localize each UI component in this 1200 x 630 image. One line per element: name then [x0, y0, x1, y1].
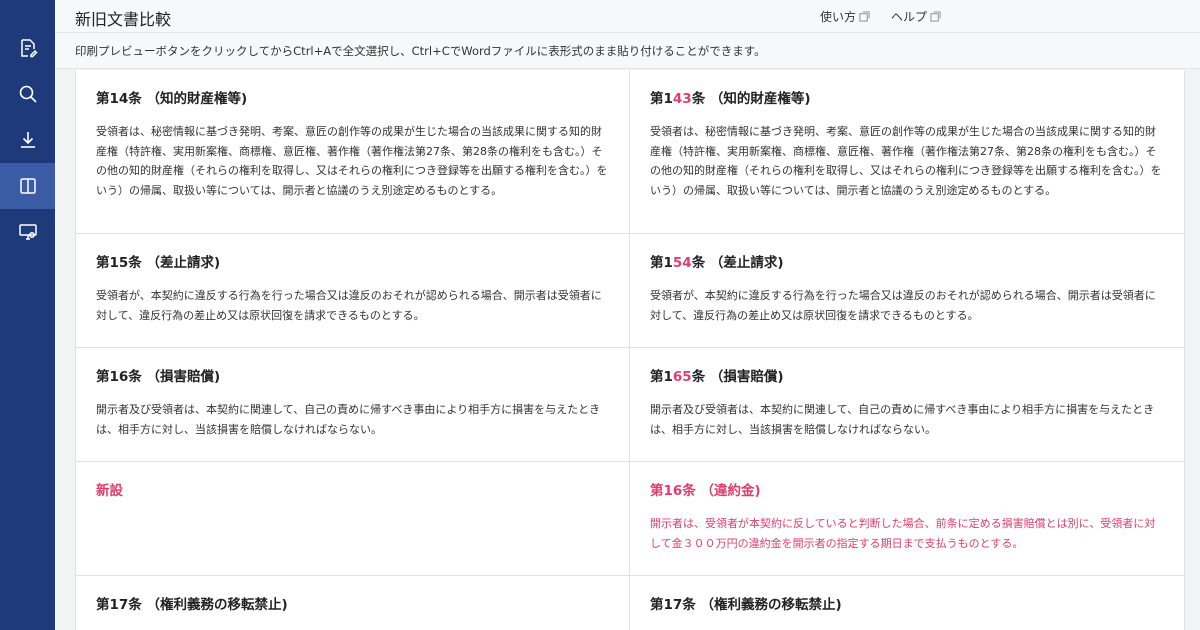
- article-body: 受領者は、秘密情報に基づき発明、考案、意匠の創作等の成果が生じた場合の当該成果に…: [96, 125, 608, 197]
- old-article-cell: 第15条 （差止請求) 受領者が、本契約に違反する行為を行った場合又は違反のおそ…: [76, 234, 630, 347]
- presentation-settings-icon: [18, 224, 37, 240]
- article-title: 第154条 （差止請求): [650, 255, 784, 271]
- article-title: 第16条 （損害賠償): [96, 369, 221, 385]
- table-row: 第15条 （差止請求) 受領者が、本契約に違反する行為を行った場合又は違反のおそ…: [76, 234, 1184, 348]
- table-row: 第14条 （知的財産権等) 受領者は、秘密情報に基づき発明、考案、意匠の創作等の…: [76, 70, 1184, 234]
- new-article-label: 新設: [96, 483, 123, 499]
- sidebar-item-search[interactable]: [0, 71, 55, 117]
- article-title: 第16条 （違約金): [650, 483, 761, 499]
- table-row: 新設 第16条 （違約金) 開示者は、受領者が本契約に反していると判断した場合、…: [76, 462, 1184, 576]
- article-body: 開示者は、受領者が本契約に反していると判断した場合、前条に定める損害賠償とは別に…: [650, 517, 1156, 550]
- diff-number: 65: [672, 369, 692, 385]
- help-link-label: ヘルプ: [891, 10, 928, 24]
- diff-number: 43: [672, 91, 692, 107]
- info-message: 印刷プレビューボタンをクリックしてからCtrl+Aで全文選択し、Ctrl+CでW…: [75, 44, 766, 58]
- article-body: 受領者は、秘密情報に基づき発明、考案、意匠の創作等の成果が生じた場合の当該成果に…: [650, 125, 1162, 197]
- article-body: 受領者が、本契約に違反する行為を行った場合又は違反のおそれが認められる場合、開示…: [650, 289, 1156, 322]
- table-row: 第17条 （権利義務の移転禁止) 第17条 （権利義務の移転禁止): [76, 576, 1184, 630]
- new-article-cell: 第16条 （違約金) 開示者は、受領者が本契約に反していると判断した場合、前条に…: [630, 462, 1184, 575]
- usage-link[interactable]: 使い方: [820, 8, 870, 25]
- article-title: 第165条 （損害賠償): [650, 369, 784, 385]
- help-link[interactable]: ヘルプ: [891, 8, 941, 25]
- article-title: 第143条 （知的財産権等): [650, 91, 811, 107]
- article-body: 受領者が、本契約に違反する行為を行った場合又は違反のおそれが認められる場合、開示…: [96, 289, 602, 322]
- comparison-table: 第14条 （知的財産権等) 受領者は、秘密情報に基づき発明、考案、意匠の創作等の…: [75, 70, 1185, 630]
- diff-number: 54: [672, 255, 692, 271]
- compare-icon: [19, 178, 36, 194]
- header: 新旧文書比較 使い方 ヘルプ: [55, 0, 1200, 33]
- page-title: 新旧文書比較: [75, 10, 172, 29]
- old-article-cell: 第16条 （損害賠償) 開示者及び受領者は、本契約に関連して、自己の責めに帰すべ…: [76, 348, 630, 461]
- article-title: 第15条 （差止請求): [96, 255, 221, 271]
- search-icon: [19, 85, 37, 103]
- sidebar-item-download[interactable]: [0, 117, 55, 163]
- new-article-cell: 第154条 （差止請求) 受領者が、本契約に違反する行為を行った場合又は違反のお…: [630, 234, 1184, 347]
- external-link-icon: [859, 11, 870, 22]
- article-body: 開示者及び受領者は、本契約に関連して、自己の責めに帰すべき事由により相手方に損害…: [650, 403, 1155, 436]
- sidebar-item-compare[interactable]: [0, 163, 55, 209]
- info-bar: 印刷プレビューボタンをクリックしてからCtrl+Aで全文選択し、Ctrl+CでW…: [55, 33, 1200, 69]
- old-article-cell: 新設: [76, 462, 630, 575]
- article-title: 第14条 （知的財産権等): [96, 91, 248, 107]
- sidebar-item-edit[interactable]: [0, 25, 55, 71]
- old-article-cell: 第14条 （知的財産権等) 受領者は、秘密情報に基づき発明、考案、意匠の創作等の…: [76, 70, 630, 233]
- new-article-cell: 第165条 （損害賠償) 開示者及び受領者は、本契約に関連して、自己の責めに帰す…: [630, 348, 1184, 461]
- sidebar-item-presentation[interactable]: [0, 209, 55, 255]
- sidebar: [0, 0, 55, 630]
- article-body: 開示者及び受領者は、本契約に関連して、自己の責めに帰すべき事由により相手方に損害…: [96, 403, 601, 436]
- old-article-cell: 第17条 （権利義務の移転禁止): [76, 576, 630, 630]
- article-title: 第17条 （権利義務の移転禁止): [650, 597, 842, 613]
- external-link-icon: [930, 11, 941, 22]
- article-title: 第17条 （権利義務の移転禁止): [96, 597, 288, 613]
- new-article-cell: 第143条 （知的財産権等) 受領者は、秘密情報に基づき発明、考案、意匠の創作等…: [630, 70, 1184, 233]
- usage-link-label: 使い方: [820, 10, 857, 24]
- table-row: 第16条 （損害賠償) 開示者及び受領者は、本契約に関連して、自己の責めに帰すべ…: [76, 348, 1184, 462]
- new-article-cell: 第17条 （権利義務の移転禁止): [630, 576, 1184, 630]
- download-icon: [20, 132, 35, 148]
- document-edit-icon: [20, 39, 38, 58]
